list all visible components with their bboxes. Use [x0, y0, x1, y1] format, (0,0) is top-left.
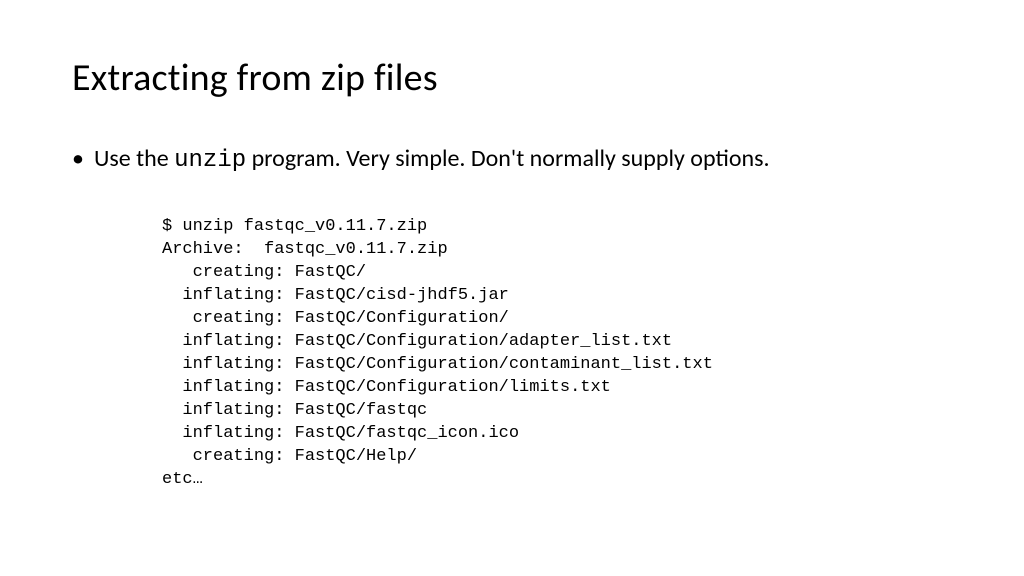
- code-block: $ unzip fastqc_v0.11.7.zip Archive: fast…: [162, 216, 952, 491]
- bullet-post: program. Very simple. Don't normally sup…: [246, 144, 769, 173]
- bullet-item: • Use the unzip program. Very simple. Do…: [72, 143, 952, 176]
- slide-title: Extracting from zip files: [72, 55, 952, 101]
- bullet-text: Use the unzip program. Very simple. Don'…: [94, 143, 770, 176]
- bullet-pre: Use the: [94, 144, 174, 173]
- bullet-command: unzip: [174, 147, 246, 174]
- bullet-marker: •: [72, 143, 84, 174]
